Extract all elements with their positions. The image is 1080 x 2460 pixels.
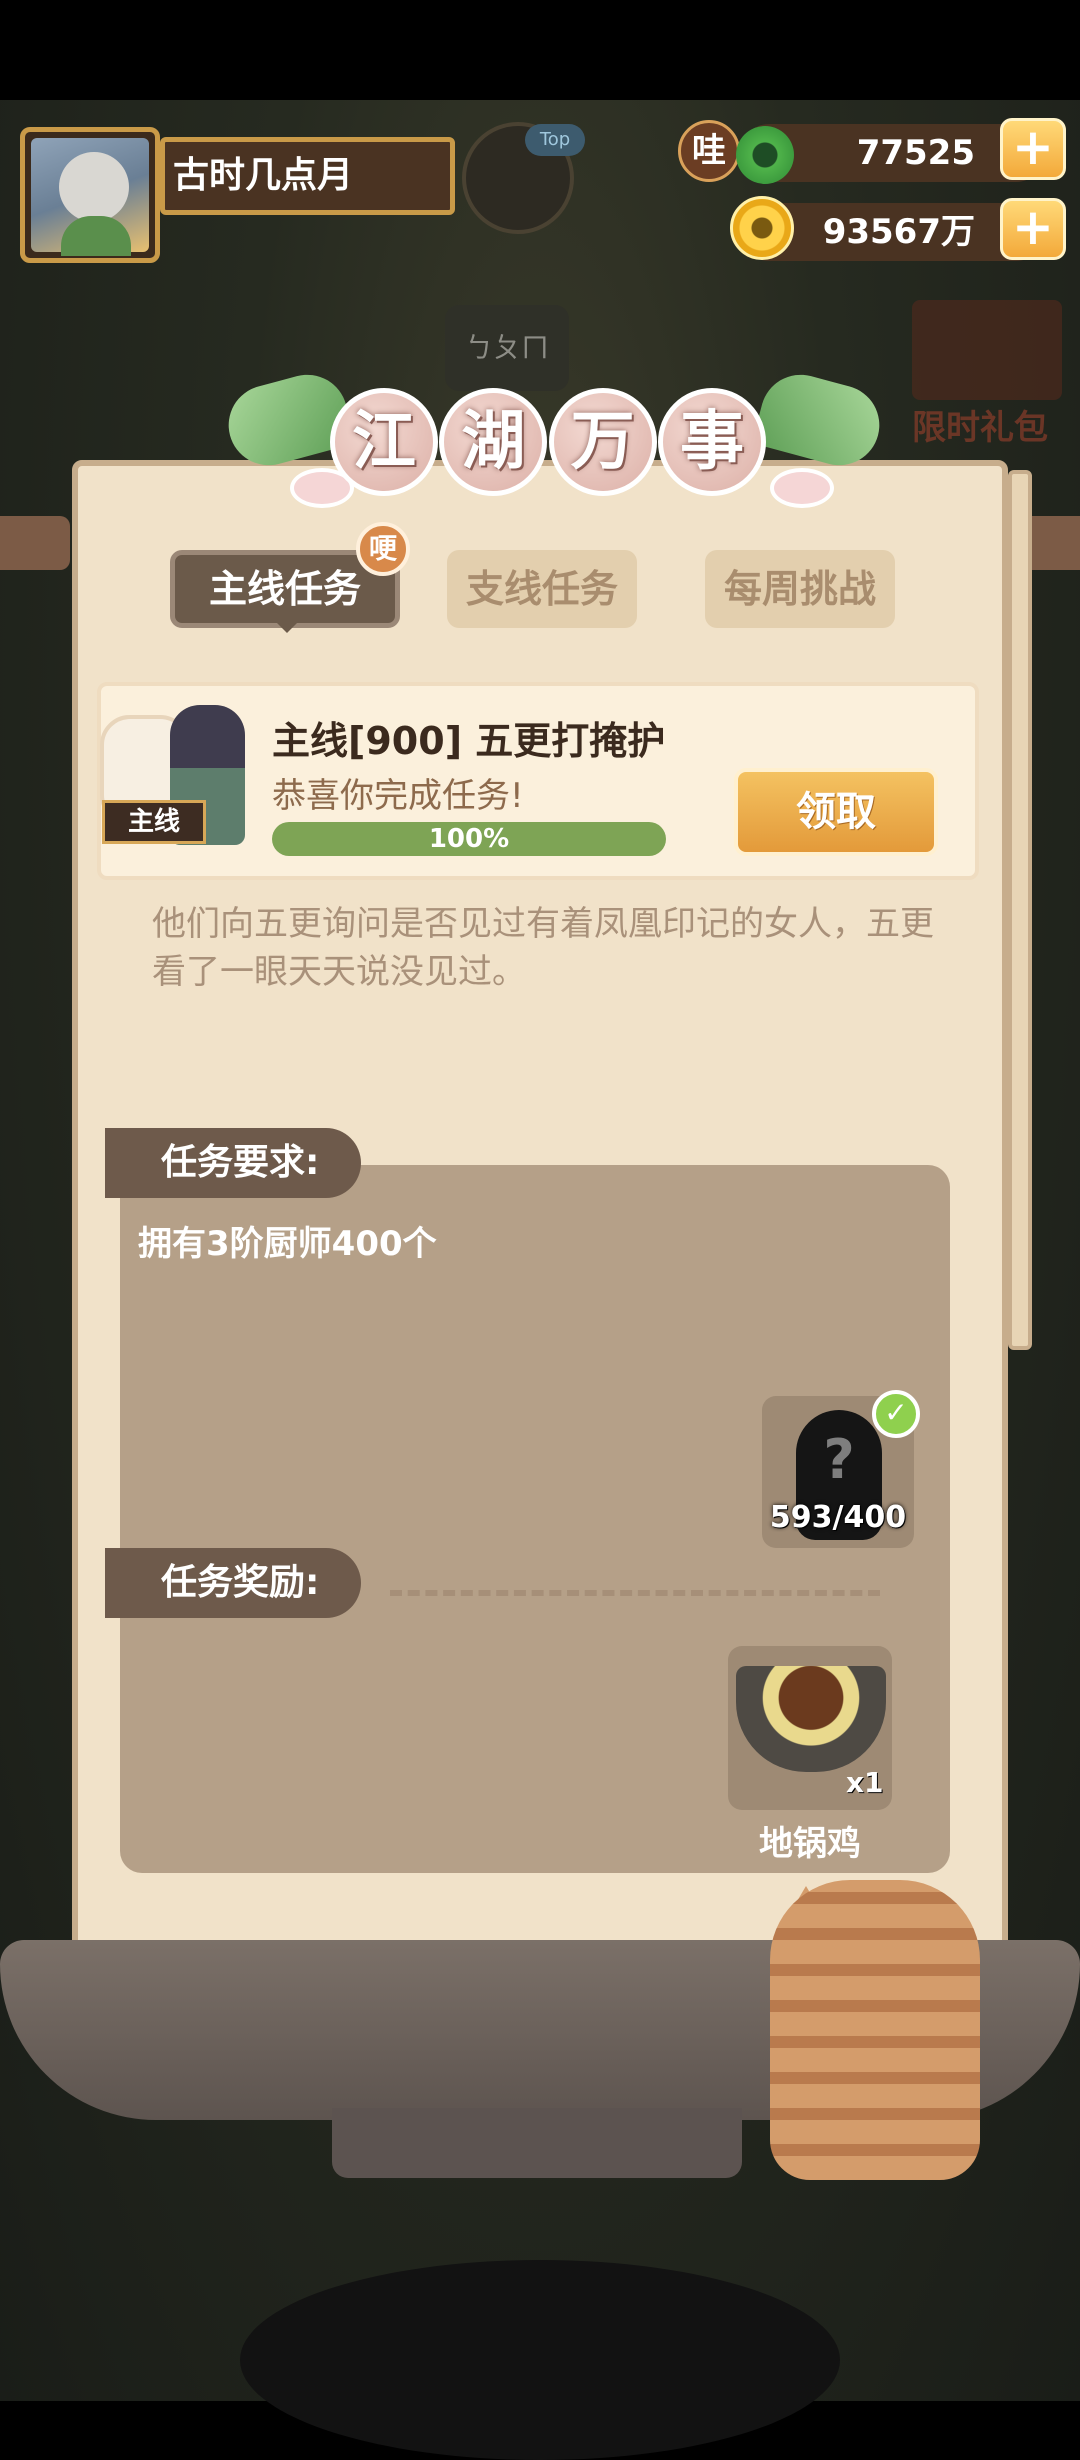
title-char: 事: [657, 388, 766, 496]
player-name: 古时几点月: [160, 137, 455, 215]
add-jade-button[interactable]: +: [1000, 118, 1066, 180]
checkmark-icon: ✓: [872, 1390, 920, 1438]
requirement-count: 593/400: [769, 1500, 907, 1535]
reward-name: 地锅鸡: [759, 1824, 861, 1864]
quest-description: 他们向五更询问是否见过有着凤凰印记的女人，五更看了一眼天天说没见过。: [152, 904, 934, 992]
quest-type-tag: 主线: [102, 800, 206, 844]
top-tag: Top: [525, 124, 585, 156]
title-char: 江: [330, 388, 438, 496]
quest-title: 主线[900] 五更打掩护: [272, 719, 666, 763]
coin-icon: [730, 196, 794, 260]
background-chip: ㄅㄆㄇ: [445, 305, 569, 391]
claim-button[interactable]: 领取: [734, 768, 938, 856]
cloud-swirl-icon: [770, 468, 834, 508]
tab-side-quest[interactable]: 支线任务: [447, 550, 637, 628]
add-coins-button[interactable]: +: [1000, 198, 1066, 260]
reward-quantity: x1: [846, 1766, 884, 1799]
panel-title: 江 湖 万 事: [330, 388, 766, 508]
cat-icon: [770, 1880, 980, 2180]
requirement-text: 拥有3阶厨师400个: [138, 1224, 437, 1264]
title-char: 万: [548, 388, 657, 496]
wolf-chef-avatar-icon: [31, 138, 149, 256]
tab-weekly-challenge[interactable]: 每周挑战: [705, 550, 895, 628]
rewards-label: 任务奖励:: [105, 1548, 361, 1618]
wa-badge-icon[interactable]: 哇: [678, 120, 740, 182]
bottom-shadow: [240, 2260, 840, 2460]
requirements-label: 任务要求:: [105, 1128, 361, 1198]
tab-badge: 哽: [356, 522, 410, 576]
panel-scroll-edge: [1008, 470, 1032, 1350]
player-avatar[interactable]: [20, 127, 160, 263]
limited-pack-icon[interactable]: [912, 300, 1062, 400]
scroll-rod-left: [0, 516, 70, 570]
title-char: 湖: [439, 388, 548, 496]
divider: [390, 1590, 880, 1596]
pot-base: [332, 2108, 742, 2178]
limited-pack-label[interactable]: 限时礼包: [912, 400, 1048, 449]
quest-progress-bar: 100%: [272, 822, 666, 856]
jade-icon: [736, 126, 794, 184]
quest-status: 恭喜你完成任务!: [272, 776, 524, 816]
